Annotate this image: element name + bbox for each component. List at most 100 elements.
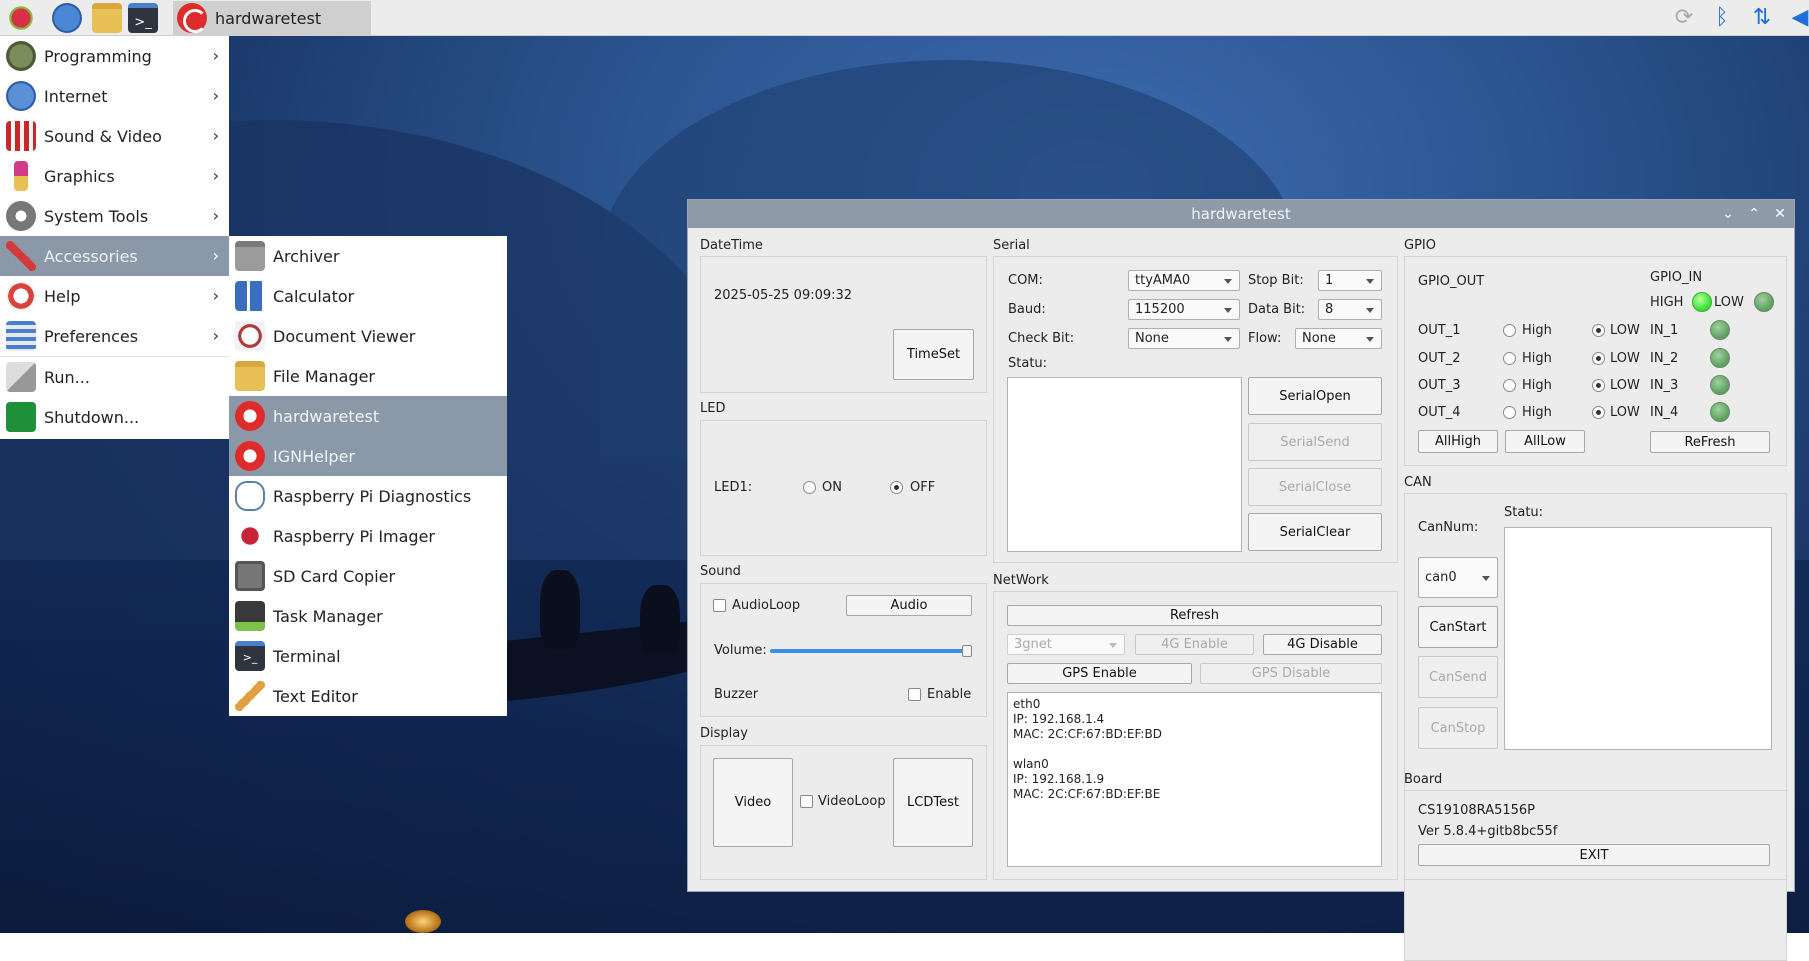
timeset-button[interactable]: TimeSet [893,329,974,380]
serialopen-button[interactable]: SerialOpen [1248,377,1382,415]
menu-item-preferences[interactable]: Preferences › [0,316,229,356]
serialclear-button[interactable]: SerialClear [1248,513,1382,551]
menu-item-internet[interactable]: Internet › [0,76,229,116]
gps-enable-button[interactable]: GPS Enable [1007,663,1192,684]
out4-low-radio[interactable] [1592,406,1605,419]
gps-disable-button[interactable]: GPS Disable [1200,663,1382,684]
submenu-item-task-manager[interactable]: Task Manager [229,596,507,636]
volume-slider-handle[interactable] [962,645,972,657]
wallpaper-bird [540,570,580,650]
databit-select[interactable]: 8 [1318,299,1382,320]
submenu-item-sd-card-copier[interactable]: SD Card Copier [229,556,507,596]
video-button[interactable]: Video [713,758,793,847]
can-status-textbox[interactable] [1504,527,1772,750]
led-off-radio[interactable] [890,481,903,494]
buzzer-enable-checkbox[interactable] [908,688,921,701]
menu-item-graphics[interactable]: Graphics › [0,156,229,196]
browser-icon[interactable] [52,3,82,33]
menu-item-run[interactable]: Run... [0,357,229,397]
submenu-item-text-editor[interactable]: Text Editor [229,676,507,716]
minimize-icon[interactable]: ⌄ [1716,200,1740,228]
sync-icon[interactable]: ⟳ [1670,4,1698,32]
display-group-title: Display [700,726,748,741]
gpio-refresh-button[interactable]: ReFresh [1650,431,1770,453]
4g-disable-button[interactable]: 4G Disable [1263,634,1382,655]
out3-low-radio[interactable] [1592,379,1605,392]
submenu-item-document-viewer[interactable]: Document Viewer [229,316,507,356]
in3-led [1710,375,1730,395]
com-select[interactable]: ttyAMA0 [1128,270,1240,291]
menu-item-label: Shutdown... [44,407,140,427]
out2-low-radio[interactable] [1592,352,1605,365]
network-updown-icon[interactable]: ⇅ [1748,4,1776,32]
cansend-button[interactable]: CanSend [1418,656,1498,698]
serialsend-button[interactable]: SerialSend [1248,423,1382,461]
gpio-in-title: GPIO_IN [1650,270,1703,285]
allhigh-button[interactable]: AllHigh [1418,430,1498,453]
volume-slider[interactable] [770,649,972,653]
maximize-icon[interactable]: ⌃ [1742,200,1766,228]
out3-label: OUT_3 [1418,378,1461,393]
checkbit-select[interactable]: None [1128,328,1240,349]
serialclose-button[interactable]: SerialClose [1248,468,1382,506]
submenu-item-label: Terminal [273,646,341,666]
menu-item-system-tools[interactable]: System Tools › [0,196,229,236]
network-info-textbox[interactable]: eth0 IP: 192.168.1.4 MAC: 2C:CF:67:BD:EF… [1007,692,1382,867]
network-refresh-button[interactable]: Refresh [1007,605,1382,626]
videoloop-checkbox[interactable] [800,795,813,808]
out2-high-radio[interactable] [1503,352,1516,365]
raspberry-menu-icon[interactable] [6,3,36,33]
menu-item-sound-video[interactable]: Sound & Video › [0,116,229,156]
submenu-item-rpi-diagnostics[interactable]: Raspberry Pi Diagnostics [229,476,507,516]
lcdtest-button[interactable]: LCDTest [893,758,973,847]
menu-item-programming[interactable]: Programming › [0,36,229,76]
volume-icon[interactable]: ◀ [1786,4,1809,32]
audioloop-checkbox[interactable] [713,599,726,612]
exit-button[interactable]: EXIT [1418,844,1770,866]
canstop-button[interactable]: CanStop [1418,707,1498,749]
taskbar-app-hardwaretest[interactable]: hardwaretest [173,1,371,35]
terminal-icon[interactable]: >_ [128,3,158,33]
baud-select[interactable]: 115200 [1128,299,1240,320]
flow-label: Flow: [1248,331,1282,346]
submenu-item-hardwaretest[interactable]: hardwaretest [229,396,507,436]
stopbit-select[interactable]: 1 [1318,270,1382,291]
submenu-item-file-manager[interactable]: File Manager [229,356,507,396]
audio-button[interactable]: Audio [846,595,972,616]
menu-item-accessories[interactable]: Accessories › [0,236,229,276]
swiss-knife-icon [6,241,36,271]
close-icon[interactable]: ✕ [1768,200,1792,228]
out4-high-radio[interactable] [1503,406,1516,419]
chevron-right-icon: › [212,166,219,185]
folder-icon[interactable] [92,3,122,33]
led-on-radio[interactable] [803,481,816,494]
submenu-item-calculator[interactable]: Calculator [229,276,507,316]
4g-enable-button[interactable]: 4G Enable [1135,634,1254,655]
flow-select[interactable]: None [1295,328,1382,349]
serial-status-textbox[interactable] [1007,377,1242,552]
submenu-item-label: Task Manager [273,606,383,626]
can-statu-label: Statu: [1504,505,1544,520]
submenu-item-terminal[interactable]: >_ Terminal [229,636,507,676]
submenu-item-archiver[interactable]: Archiver [229,236,507,276]
can-select[interactable]: can0 [1418,557,1498,598]
out1-low-radio[interactable] [1592,324,1605,337]
menu-item-shutdown[interactable]: Shutdown... [0,397,229,437]
submenu-item-ignhelper[interactable]: IGNHelper [229,436,507,476]
alllow-button[interactable]: AllLow [1505,430,1585,453]
menu-item-help[interactable]: Help › [0,276,229,316]
low-label: LOW [1610,378,1640,393]
window-titlebar[interactable]: hardwaretest ⌄ ⌃ ✕ [688,200,1794,228]
submenu-item-label: SD Card Copier [273,566,396,586]
submenu-item-label: hardwaretest [273,406,380,426]
canstart-button[interactable]: CanStart [1418,606,1498,648]
apn-select[interactable]: 3gnet [1007,634,1125,655]
datetime-group-title: DateTime [700,238,763,253]
out3-high-radio[interactable] [1503,379,1516,392]
bluetooth-icon[interactable]: ᛒ [1708,4,1736,32]
out1-high-radio[interactable] [1503,324,1516,337]
board-version: Ver 5.8.4+gitb8bc55f [1418,824,1558,839]
submenu-item-rpi-imager[interactable]: Raspberry Pi Imager [229,516,507,556]
document-viewer-icon [235,321,265,351]
terminal-icon: >_ [235,641,265,671]
